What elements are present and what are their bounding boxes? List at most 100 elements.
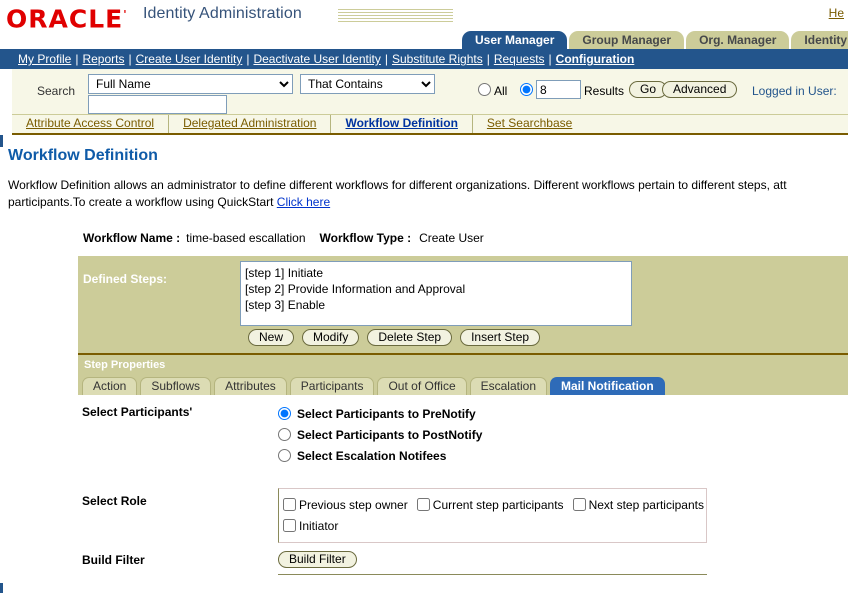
- role-checkbox-label: Previous step owner: [299, 497, 408, 512]
- step-tab-out-of-office[interactable]: Out of Office: [377, 377, 467, 395]
- nav-link-create-user-identity[interactable]: Create User Identity: [136, 52, 243, 66]
- participant-option-row[interactable]: Select Escalation Notifees: [278, 445, 848, 466]
- nav-link-reports[interactable]: Reports: [82, 52, 124, 66]
- participant-option-row[interactable]: Select Participants to PostNotify: [278, 424, 848, 445]
- search-advanced-button[interactable]: Advanced: [662, 81, 738, 98]
- page-description: Workflow Definition allows an administra…: [8, 177, 848, 211]
- search-scope-all-radio[interactable]: [478, 83, 491, 96]
- product-tab-identity-s[interactable]: Identity S: [791, 31, 848, 49]
- search-results-count-input[interactable]: [536, 80, 581, 99]
- step-tab-escalation[interactable]: Escalation: [469, 377, 547, 395]
- product-tab-user-manager[interactable]: User Manager: [462, 31, 568, 49]
- role-checkbox-next-step-participants[interactable]: [572, 498, 586, 511]
- step-properties-title: Step Properties: [84, 359, 166, 371]
- search-panel: Search Full Name That Contains All Resul…: [12, 69, 848, 115]
- defined-step-item[interactable]: [step 1] Initiate: [245, 265, 627, 281]
- main-content: Workflow Definition Workflow Definition …: [0, 147, 848, 583]
- participant-radio-2[interactable]: [278, 449, 291, 462]
- participant-radio-label: Select Participants to PreNotify: [297, 406, 476, 421]
- step-properties-header: Step Properties: [78, 353, 848, 375]
- step-tab-action[interactable]: Action: [82, 377, 138, 395]
- page-description-line1: Workflow Definition allows an administra…: [8, 178, 787, 192]
- select-participants-label: Select Participants': [82, 405, 193, 419]
- build-filter-button[interactable]: Build Filter: [278, 551, 357, 568]
- select-role-box: Previous step owner Current step particip…: [278, 488, 707, 543]
- form-bottom-divider: [278, 574, 707, 575]
- new-button[interactable]: New: [248, 329, 295, 346]
- search-operator-select[interactable]: That Contains: [300, 74, 435, 94]
- nav-separator: |: [75, 52, 79, 66]
- product-tab-group-manager[interactable]: Group Manager: [569, 31, 685, 49]
- step-buttons-group: New Modify Delete Step Insert Step: [248, 329, 541, 346]
- nav-separator: |: [128, 52, 132, 66]
- configuration-subtabs: Attribute Access Control Delegated Admini…: [0, 115, 848, 135]
- quickstart-link[interactable]: Click here: [277, 195, 330, 209]
- nav-link-deactivate-user-identity[interactable]: Deactivate User Identity: [253, 52, 380, 66]
- nav-separator: |: [548, 52, 552, 66]
- mail-notification-form: Select Participants' Select Participants…: [78, 395, 848, 583]
- role-checkbox-row-2: Initiator: [281, 515, 704, 536]
- participant-radio-label: Select Escalation Notifees: [297, 448, 447, 463]
- brand-header: ORACLE' Identity Administration He: [0, 0, 848, 31]
- defined-steps-panel: Defined Steps: [step 1] Initiate [step 2]…: [78, 256, 848, 353]
- workflow-name-value: time-based escallation: [186, 231, 306, 245]
- nav-link-substitute-rights[interactable]: Substitute Rights: [392, 52, 483, 66]
- participant-option-row[interactable]: Select Participants to PreNotify: [278, 403, 848, 424]
- role-checkbox-label: Initiator: [299, 518, 339, 533]
- configuration-subtab-list: Attribute Access Control Delegated Admini…: [12, 115, 848, 135]
- subtab-attribute-access-control[interactable]: Attribute Access Control: [12, 115, 170, 133]
- app-title: Identity Administration: [143, 5, 302, 22]
- step-tab-subflows[interactable]: Subflows: [140, 377, 212, 395]
- oracle-logo-text: ORACLE: [6, 4, 124, 31]
- insert-step-button[interactable]: Insert Step: [460, 329, 541, 346]
- search-attribute-select[interactable]: Full Name: [88, 74, 293, 94]
- role-checkbox-previous-step-owner[interactable]: [283, 498, 296, 511]
- step-tab-participants[interactable]: Participants: [289, 377, 375, 395]
- defined-steps-listbox[interactable]: [step 1] Initiate [step 2] Provide Inform…: [240, 261, 632, 326]
- header-stripe-decoration-2: [421, 9, 453, 23]
- step-tab-attributes[interactable]: Attributes: [214, 377, 287, 395]
- build-filter-label: Build Filter: [82, 553, 145, 567]
- oracle-logo-tick: ': [123, 8, 128, 21]
- nav-separator: |: [486, 52, 490, 66]
- subtab-delegated-administration[interactable]: Delegated Administration: [169, 115, 332, 133]
- product-tab-org-manager[interactable]: Org. Manager: [686, 31, 790, 49]
- role-checkbox-label: Current step participants: [432, 497, 564, 512]
- workflow-type-value: Create User: [419, 231, 484, 245]
- workflow-name-label: Workflow Name :: [83, 231, 181, 245]
- delete-step-button[interactable]: Delete Step: [367, 329, 453, 346]
- nav-link-configuration[interactable]: Configuration: [556, 52, 635, 66]
- defined-step-item[interactable]: [step 2] Provide Information and Approva…: [245, 281, 627, 297]
- step-tab-mail-notification[interactable]: Mail Notification: [550, 377, 665, 395]
- role-checkbox-current-step-participants[interactable]: [416, 498, 430, 511]
- subtab-set-searchbase[interactable]: Set Searchbase: [473, 115, 586, 133]
- page-title: Workflow Definition: [8, 147, 158, 164]
- nav-link-requests[interactable]: Requests: [494, 52, 545, 66]
- nav-link-my-profile[interactable]: My Profile: [18, 52, 71, 66]
- nav-separator: |: [384, 52, 388, 66]
- participant-radio-group: Select Participants to PreNotify Select P…: [278, 403, 848, 466]
- help-link[interactable]: He: [829, 6, 844, 20]
- search-results-label: Results: [584, 84, 625, 98]
- search-input[interactable]: [88, 95, 227, 114]
- participant-radio-1[interactable]: [278, 428, 291, 441]
- workflow-type-label: Workflow Type :: [319, 231, 412, 245]
- search-scope-all-label: All: [494, 84, 508, 98]
- defined-step-item[interactable]: [step 3] Enable: [245, 297, 627, 313]
- build-filter-row: Build Filter: [278, 551, 848, 568]
- participant-radio-label: Select Participants to PostNotify: [297, 427, 483, 442]
- page-description-line2: participants.To create a workflow using …: [8, 195, 277, 209]
- search-area: Search Full Name That Contains All Resul…: [0, 69, 848, 115]
- modify-button[interactable]: Modify: [302, 329, 360, 346]
- role-checkbox-label: Next step participants: [588, 497, 704, 512]
- search-scope-count-radio[interactable]: [520, 83, 533, 96]
- defined-steps-label: Defined Steps:: [83, 272, 168, 286]
- role-checkbox-initiator[interactable]: [283, 519, 296, 532]
- role-checkbox-row-1: Previous step owner Current step particip…: [281, 494, 704, 515]
- subtab-workflow-definition[interactable]: Workflow Definition: [331, 115, 473, 133]
- step-properties-tab-list: Action Subflows Attributes Participants Out …: [78, 375, 848, 395]
- workflow-summary-row: Workflow Name : time-based escallation Wor…: [0, 231, 848, 249]
- participant-radio-0[interactable]: [278, 407, 291, 420]
- nav-separator: |: [246, 52, 250, 66]
- search-label: Search: [37, 84, 76, 98]
